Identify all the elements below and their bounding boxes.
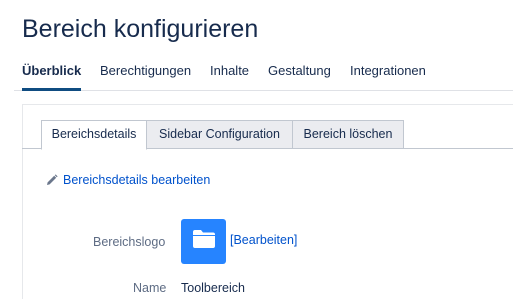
name-label: Name [133,281,167,295]
space-logo [181,219,226,264]
tab-space-details[interactable]: Bereichsdetails [41,120,147,150]
edit-space-details-label: Bereichsdetails bearbeiten [63,173,211,187]
main-tab-bar: Überblick Berechtigungen Inhalte Gestalt… [14,52,513,91]
tab-delete-space[interactable]: Bereich löschen [292,120,404,149]
space-logo-label: Bereichslogo [93,235,166,249]
space-name-value: Toolbereich [181,281,245,295]
folder-icon [192,229,216,254]
tab-sidebar-configuration[interactable]: Sidebar Configuration [146,120,293,149]
tab-look-and-feel[interactable]: Gestaltung [268,52,331,89]
pencil-icon [46,174,58,186]
tab-overview[interactable]: Überblick [22,52,82,91]
tab-integrations[interactable]: Integrationen [350,52,426,89]
page-title: Bereich konfigurieren [22,15,259,43]
edit-space-details-link[interactable]: Bereichsdetails bearbeiten [46,173,210,187]
tab-permissions[interactable]: Berechtigungen [100,52,191,89]
edit-logo-link[interactable]: [Bearbeiten] [230,233,297,247]
tab-content[interactable]: Inhalte [210,52,249,89]
